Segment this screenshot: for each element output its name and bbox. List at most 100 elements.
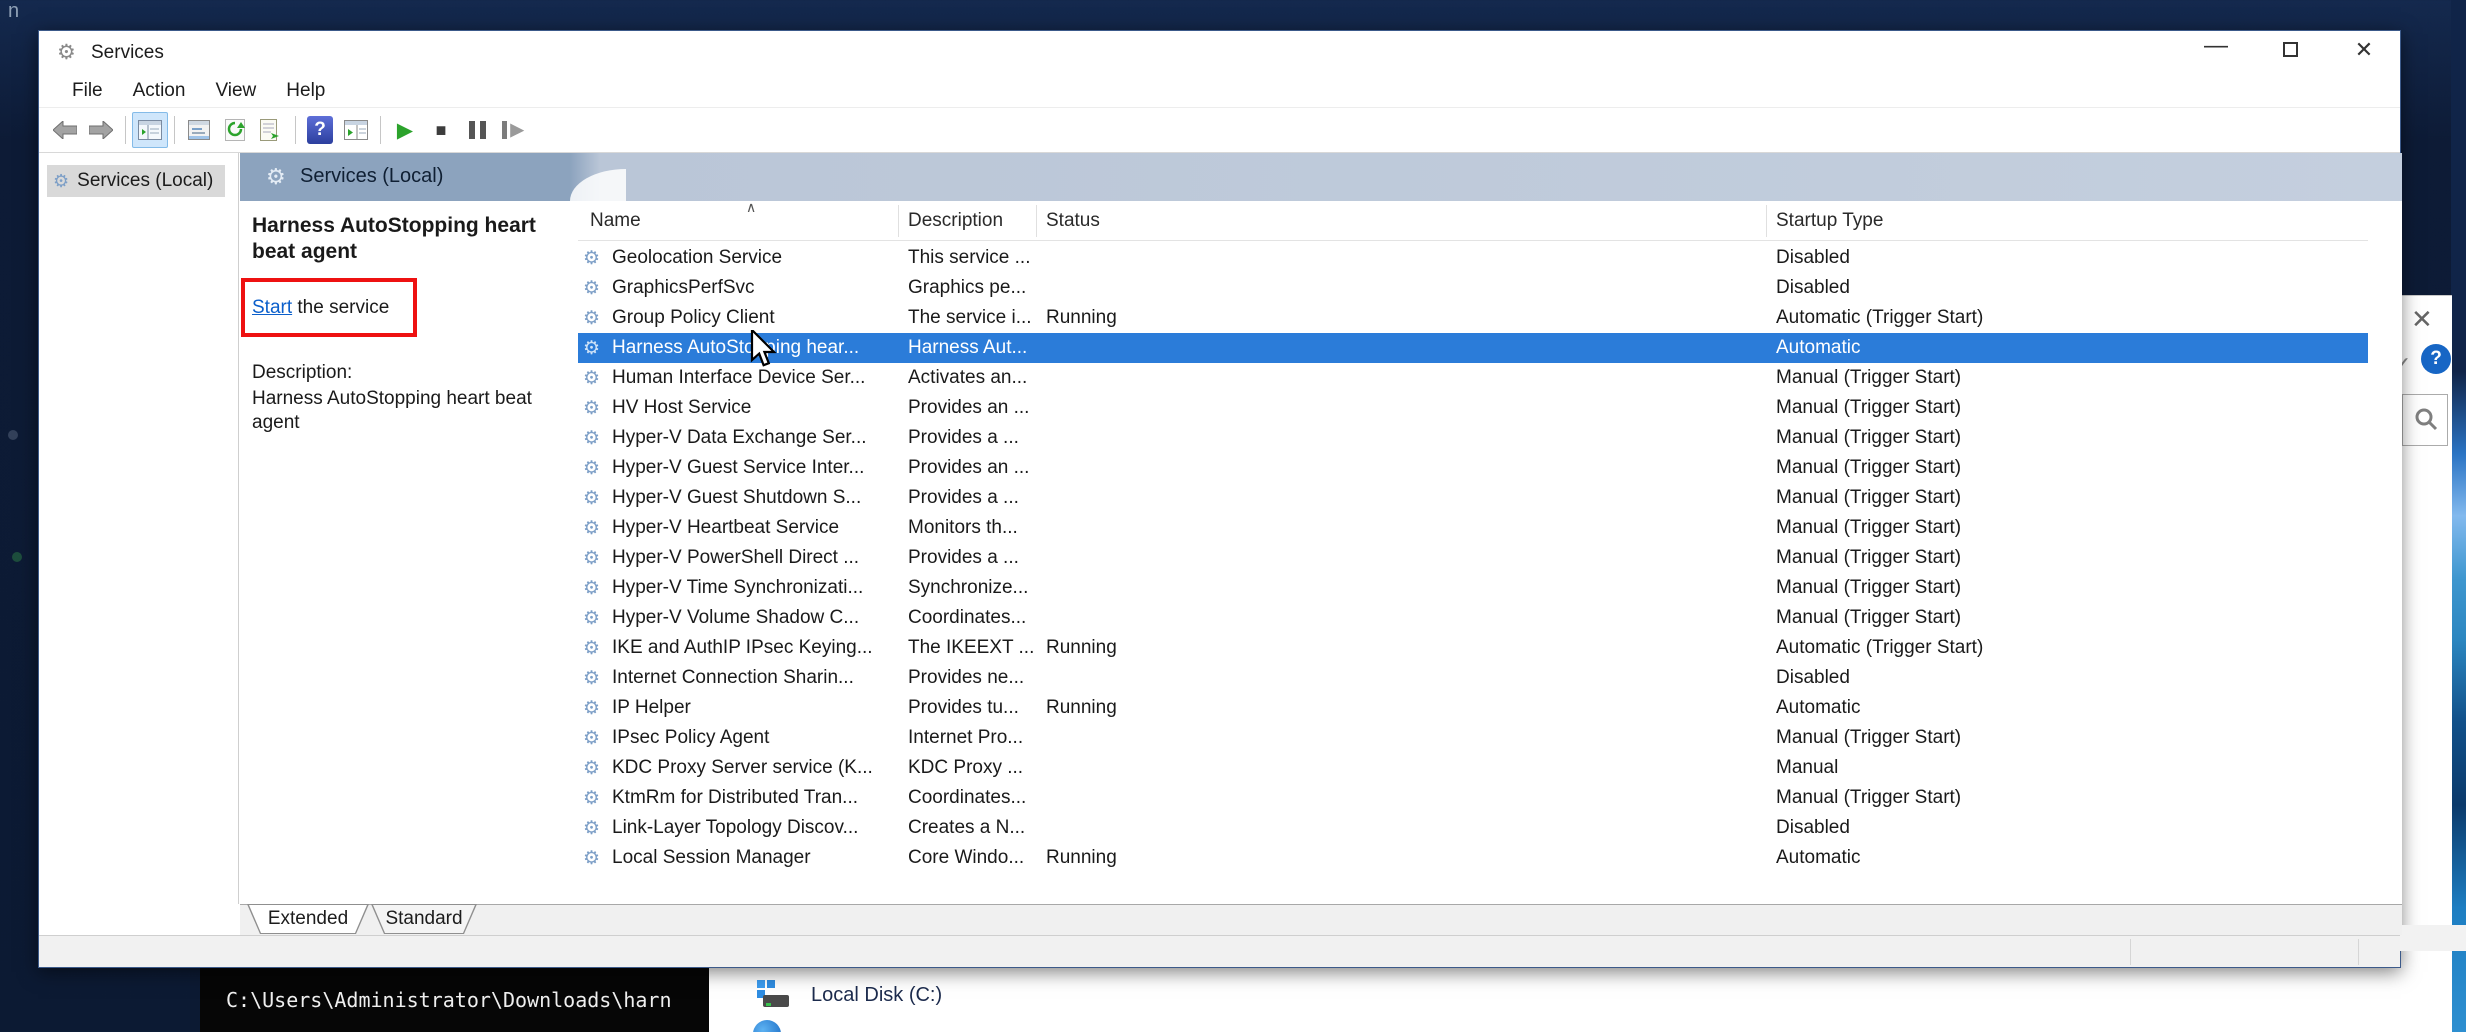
maximize-button[interactable] — [2261, 31, 2319, 71]
view-header-title: Services (Local) — [300, 165, 443, 188]
cell-name: IP Helper — [612, 697, 691, 719]
cell-startup-type: Manual (Trigger Start) — [1776, 547, 1961, 569]
cell-description: Provides a ... — [908, 487, 1019, 509]
extended-info-panel: Harness AutoStopping heart beat agent St… — [240, 201, 578, 904]
table-row[interactable]: ⚙Hyper-V Heartbeat ServiceMonitors th...… — [578, 513, 2368, 543]
table-row[interactable]: ⚙Hyper-V PowerShell Direct ...Provides a… — [578, 543, 2368, 573]
cell-name: Hyper-V Guest Service Inter... — [612, 457, 864, 479]
export-list-icon[interactable] — [253, 112, 289, 148]
column-divider[interactable] — [1766, 205, 1767, 237]
table-row[interactable]: ⚙Harness AutoStopping hear...Harness Aut… — [578, 333, 2368, 363]
services-window: ⚙ Services — ✕ File Action View Help ? ▶… — [38, 30, 2401, 968]
table-row[interactable]: ⚙ Hyper-V Guest Shutdown S... Provides a .… — [578, 483, 2368, 513]
mouse-cursor — [750, 330, 784, 370]
column-header-status[interactable]: Status — [1046, 210, 1100, 232]
pause-service-icon[interactable] — [459, 112, 495, 148]
table-row[interactable]: ⚙Human Interface Device Ser...Activates … — [578, 363, 2368, 393]
cell-status: Running — [1046, 637, 1117, 659]
magnifier-icon — [2413, 407, 2439, 433]
cell-description: Provides a ... — [908, 547, 1019, 569]
toolbar: ? ▶ ■ ▶ — [39, 107, 2400, 153]
service-gear-icon: ⚙ — [583, 307, 600, 330]
maximize-icon — [2283, 42, 2298, 57]
column-divider[interactable] — [1036, 205, 1037, 237]
desktop-icon-fragment — [8, 430, 18, 440]
service-gear-icon: ⚙ — [583, 487, 600, 510]
forward-icon[interactable] — [83, 112, 119, 148]
cell-startup-type: Manual (Trigger Start) — [1776, 577, 1961, 599]
restart-service-icon[interactable]: ▶ — [495, 112, 531, 148]
toolbar-separator — [295, 116, 296, 144]
cell-status: Running — [1046, 697, 1117, 719]
close-icon[interactable]: ✕ — [2411, 304, 2433, 335]
service-gear-icon: ⚙ — [583, 637, 600, 660]
tree-item-services-local[interactable]: ⚙ Services (Local) — [47, 165, 225, 197]
properties-icon[interactable] — [181, 112, 217, 148]
cell-name: Group Policy Client — [612, 307, 775, 329]
cell-startup-type: Manual (Trigger Start) — [1776, 367, 1961, 389]
table-row[interactable]: ⚙Internet Connection Sharin...Provides n… — [578, 663, 2368, 693]
cell-description: Provides tu... — [908, 697, 1019, 719]
services-node-icon: ⚙ — [53, 171, 69, 192]
table-row[interactable]: ⚙KDC Proxy Server service (K...KDC Proxy… — [578, 753, 2368, 783]
view-tab-bar: Extended Standard — [240, 904, 2402, 935]
cell-name: KtmRm for Distributed Tran... — [612, 787, 858, 809]
column-header-startup-type[interactable]: Startup Type — [1776, 210, 1883, 232]
table-row[interactable]: ⚙GraphicsPerfSvcGraphics pe...Disabled — [578, 273, 2368, 303]
stop-service-icon[interactable]: ■ — [423, 112, 459, 148]
cell-startup-type: Automatic (Trigger Start) — [1776, 637, 1983, 659]
cell-startup-type: Manual (Trigger Start) — [1776, 397, 1961, 419]
table-row[interactable]: ⚙Group Policy ClientThe service i...Runn… — [578, 303, 2368, 333]
cell-startup-type: Manual (Trigger Start) — [1776, 787, 1961, 809]
minimize-button[interactable]: — — [2187, 31, 2245, 71]
column-header-description[interactable]: Description — [908, 210, 1003, 232]
show-console-tree-icon[interactable] — [132, 112, 168, 148]
table-row[interactable]: ⚙IPsec Policy AgentInternet Pro...Manual… — [578, 723, 2368, 753]
toolbar-separator — [380, 116, 381, 144]
toolbar-separator — [125, 116, 126, 144]
cell-name: Hyper-V Volume Shadow C... — [612, 607, 859, 629]
tab-standard[interactable]: Standard — [371, 904, 477, 934]
back-icon[interactable] — [47, 112, 83, 148]
menu-file[interactable]: File — [57, 80, 118, 102]
column-divider[interactable] — [898, 205, 899, 237]
cell-startup-type: Manual (Trigger Start) — [1776, 607, 1961, 629]
help-icon[interactable]: ? — [2421, 344, 2451, 374]
service-gear-icon: ⚙ — [583, 247, 600, 270]
column-header-name[interactable]: Name — [590, 210, 641, 232]
table-row[interactable]: ⚙Hyper-V Time Synchronizati...Synchroniz… — [578, 573, 2368, 603]
service-gear-icon: ⚙ — [583, 667, 600, 690]
cell-name: GraphicsPerfSvc — [612, 277, 755, 299]
services-app-icon: ⚙ — [57, 40, 76, 65]
close-button[interactable]: ✕ — [2335, 31, 2393, 71]
content-pane: ⚙ Services (Local) Harness AutoStopping … — [240, 153, 2402, 904]
cell-name: Hyper-V Guest Shutdown S... — [612, 487, 861, 509]
table-row[interactable]: ⚙IP HelperProvides tu...RunningAutomatic — [578, 693, 2368, 723]
tab-extended[interactable]: Extended — [247, 904, 369, 934]
help-icon[interactable]: ? — [302, 112, 338, 148]
table-row[interactable]: ⚙Hyper-V Volume Shadow C...Coordinates..… — [578, 603, 2368, 633]
start-service-icon[interactable]: ▶ — [387, 112, 423, 148]
table-row[interactable]: ⚙KtmRm for Distributed Tran...Coordinate… — [578, 783, 2368, 813]
service-gear-icon: ⚙ — [583, 817, 600, 840]
table-row[interactable]: ⚙Local Session ManagerCore Windo...Runni… — [578, 843, 2368, 873]
table-row[interactable]: ⚙HV Host ServiceProvides an ...Manual (T… — [578, 393, 2368, 423]
table-row[interactable]: ⚙Link-Layer Topology Discov...Creates a … — [578, 813, 2368, 843]
title-bar[interactable]: ⚙ Services — ✕ — [39, 31, 2400, 75]
drive-list-item[interactable]: Local Disk (C:) — [755, 978, 942, 1012]
table-row[interactable]: ⚙IKE and AuthIP IPsec Keying...The IKEEX… — [578, 633, 2368, 663]
refresh-icon[interactable] — [217, 112, 253, 148]
band-curve-decor — [570, 169, 626, 201]
table-row[interactable]: ⚙Hyper-V Data Exchange Ser...Provides a … — [578, 423, 2368, 453]
cell-startup-type: Manual (Trigger Start) — [1776, 517, 1961, 539]
table-row[interactable]: ⚙Hyper-V Guest Service Inter...Provides … — [578, 453, 2368, 483]
show-action-pane-icon[interactable] — [338, 112, 374, 148]
cell-name: HV Host Service — [612, 397, 751, 419]
menu-view[interactable]: View — [200, 80, 271, 102]
table-row[interactable]: ⚙Geolocation ServiceThis service ...Disa… — [578, 243, 2368, 273]
menu-action[interactable]: Action — [118, 80, 201, 102]
search-box[interactable] — [2402, 394, 2448, 446]
service-gear-icon: ⚙ — [583, 547, 600, 570]
console-window[interactable]: C:\Users\Administrator\Downloads\harn — [200, 968, 709, 1032]
menu-help[interactable]: Help — [271, 80, 340, 102]
